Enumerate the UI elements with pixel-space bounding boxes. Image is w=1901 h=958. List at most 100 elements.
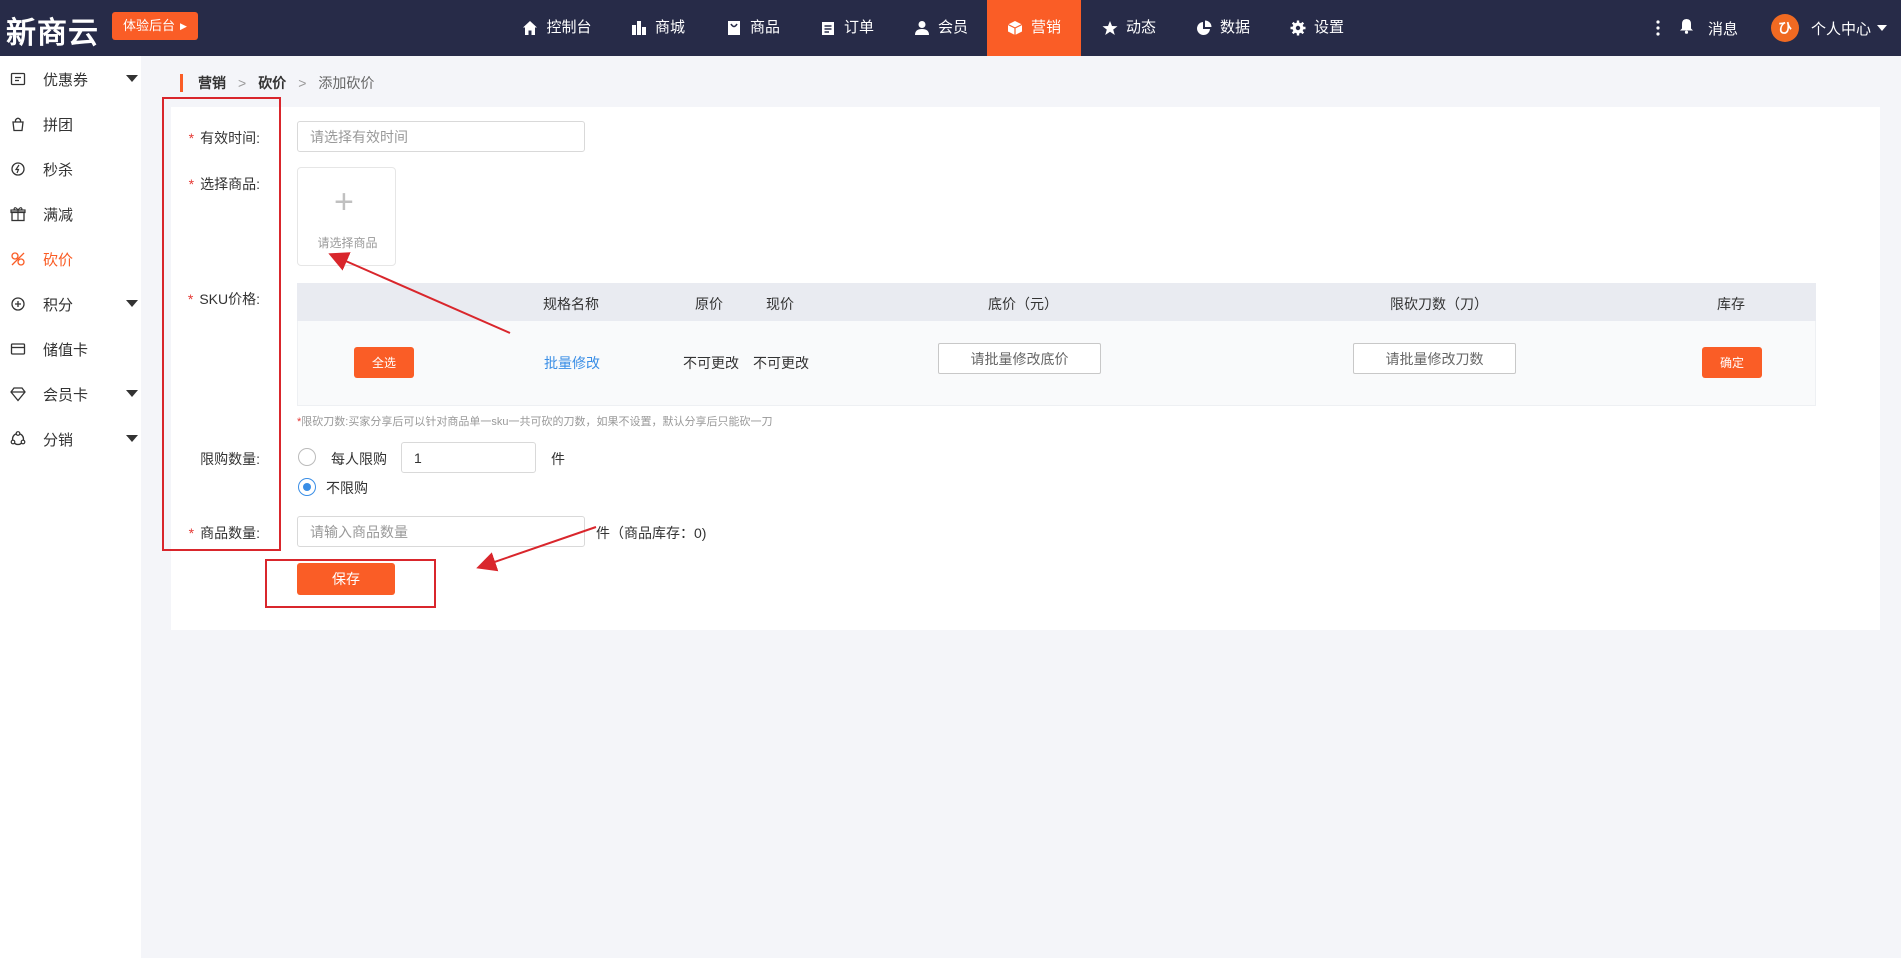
nav-data[interactable]: 数据 xyxy=(1193,0,1253,56)
goods-count-placeholder: 请输入商品数量 xyxy=(310,523,408,540)
per-person-limit-label: 每人限购 xyxy=(331,451,387,467)
floor-price-input[interactable]: 请批量修改底价 xyxy=(938,343,1101,374)
sidebar-item-stored-value-card[interactable]: 储值卡 xyxy=(0,327,141,371)
sidebar-item-coupons[interactable]: 优惠券 xyxy=(0,57,141,101)
sku-table-row: 全选 批量修改 不可更改 不可更改 请批量修改底价 请批量修改刀数 确定 xyxy=(297,321,1816,406)
goods-count-input[interactable]: 请输入商品数量 xyxy=(297,516,585,547)
diamond-icon xyxy=(10,386,26,402)
caret-down-icon xyxy=(126,435,138,442)
bag-icon xyxy=(726,20,742,36)
points-icon xyxy=(10,296,26,312)
sidebar-item-bargain[interactable]: 砍价 xyxy=(0,237,141,281)
breadcrumb-bargain[interactable]: 砍价 xyxy=(258,73,286,93)
group-buy-icon xyxy=(10,116,26,132)
sidebar-item-label: 分销 xyxy=(43,431,74,449)
pie-chart-icon xyxy=(1196,20,1212,36)
original-price-value: 不可更改 xyxy=(683,355,739,371)
top-nav-bar: 新商云 体验后台 ▶ 控制台 商城 商品 订单 会员 营销 动态 数据 设置 消… xyxy=(0,0,1901,56)
sidebar-item-label: 储值卡 xyxy=(43,341,89,359)
nav-mall[interactable]: 商城 xyxy=(628,0,688,56)
radio-per-person-limit[interactable] xyxy=(298,448,316,466)
col-original-price: 原价 xyxy=(695,296,723,312)
bell-icon xyxy=(1679,18,1694,38)
col-cut-count: 限砍刀数（刀） xyxy=(1390,296,1488,312)
caret-down-icon xyxy=(126,390,138,397)
gear-icon xyxy=(1290,20,1306,36)
home-icon xyxy=(522,20,538,36)
caret-down-icon xyxy=(126,75,138,82)
breadcrumb-marketing[interactable]: 营销 xyxy=(198,73,226,93)
trial-button-label: 体验后台 xyxy=(123,18,176,33)
sku-table-header: 规格名称 原价 现价 底价（元） 限砍刀数（刀） 库存 xyxy=(297,283,1816,321)
star-icon xyxy=(1102,20,1118,36)
nav-marketing[interactable]: 营销 xyxy=(987,0,1081,56)
col-floor-price: 底价（元） xyxy=(988,296,1058,312)
current-price-value: 不可更改 xyxy=(753,355,809,371)
more-menu-icon[interactable] xyxy=(1656,0,1660,56)
valid-time-input[interactable]: 请选择有效时间 xyxy=(297,121,585,152)
nav-goods[interactable]: 商品 xyxy=(723,0,783,56)
chevron-down-icon xyxy=(1877,25,1888,31)
sidebar-item-group-buy[interactable]: 拼团 xyxy=(0,102,141,146)
messages-label: 消息 xyxy=(1708,20,1739,38)
annotation-box-save xyxy=(265,559,436,608)
confirm-button[interactable]: 确定 xyxy=(1702,347,1762,378)
plus-icon: + xyxy=(334,183,354,221)
nav-label: 商品 xyxy=(749,19,780,36)
nav-label: 会员 xyxy=(937,19,968,36)
sidebar-item-full-reduction[interactable]: 满减 xyxy=(0,192,141,236)
sidebar-item-member-card[interactable]: 会员卡 xyxy=(0,372,141,416)
goods-count-suffix: 件（商品库存：0) xyxy=(596,525,707,541)
sidebar-item-label: 拼团 xyxy=(43,116,74,134)
messages-button[interactable]: 消息 xyxy=(1679,0,1738,56)
col-current-price: 现价 xyxy=(766,296,794,312)
nav-settings[interactable]: 设置 xyxy=(1287,0,1347,56)
select-goods-upload[interactable]: + 请选择商品 xyxy=(297,167,396,266)
upload-text: 请选择商品 xyxy=(317,236,378,250)
logo[interactable]: 新商云 xyxy=(6,8,99,52)
sidebar-item-points[interactable]: 积分 xyxy=(0,282,141,326)
sidebar-item-label: 会员卡 xyxy=(43,386,89,404)
col-spec-name: 规格名称 xyxy=(543,296,599,312)
nav-label: 动态 xyxy=(1125,19,1156,36)
cut-count-input[interactable]: 请批量修改刀数 xyxy=(1353,343,1516,374)
sidebar-item-distribution[interactable]: 分销 xyxy=(0,417,141,461)
caret-down-icon xyxy=(126,300,138,307)
batch-edit-link[interactable]: 批量修改 xyxy=(544,353,600,373)
breadcrumb-separator: > xyxy=(298,75,307,91)
sidebar-item-flash-sale[interactable]: 秒杀 xyxy=(0,147,141,191)
flash-sale-icon xyxy=(10,161,26,177)
trial-backend-button[interactable]: 体验后台 ▶ xyxy=(112,12,198,40)
breadcrumb-accent-bar xyxy=(180,74,183,92)
user-icon xyxy=(914,20,930,36)
sidebar-item-label: 满减 xyxy=(43,206,74,224)
distribution-icon xyxy=(10,431,26,447)
clipboard-icon xyxy=(820,20,836,36)
nav-orders[interactable]: 订单 xyxy=(817,0,877,56)
per-person-limit-input[interactable]: 1 xyxy=(401,442,536,473)
valid-time-placeholder: 请选择有效时间 xyxy=(310,128,408,145)
select-all-button[interactable]: 全选 xyxy=(354,347,414,378)
nav-dashboard[interactable]: 控制台 xyxy=(520,0,594,56)
cube-icon xyxy=(1007,20,1023,36)
per-person-limit-value: 1 xyxy=(414,449,422,466)
col-stock: 库存 xyxy=(1717,296,1745,312)
breadcrumb: 营销 > 砍价 > 添加砍价 xyxy=(180,74,374,92)
bargain-icon xyxy=(10,251,26,267)
card-icon xyxy=(10,341,26,357)
gift-icon xyxy=(10,206,26,222)
nav-label: 商城 xyxy=(654,19,685,36)
coupon-icon xyxy=(10,71,26,87)
nav-label: 控制台 xyxy=(546,19,592,36)
nav-dynamics[interactable]: 动态 xyxy=(1099,0,1159,56)
nav-label: 数据 xyxy=(1219,19,1250,36)
user-center-menu[interactable]: ひ 个人中心 xyxy=(1771,0,1888,56)
radio-unlimited[interactable] xyxy=(298,478,316,496)
sidebar-item-label: 砍价 xyxy=(43,251,74,269)
nav-members[interactable]: 会员 xyxy=(911,0,971,56)
nav-label: 营销 xyxy=(1030,19,1061,36)
breadcrumb-separator: > xyxy=(238,75,247,91)
limit-unit: 件 xyxy=(551,451,565,467)
sidebar: 优惠券 拼团 秒杀 满减 砍价 积分 储值卡 会员卡 分销 xyxy=(0,56,141,958)
building-icon xyxy=(631,20,647,36)
